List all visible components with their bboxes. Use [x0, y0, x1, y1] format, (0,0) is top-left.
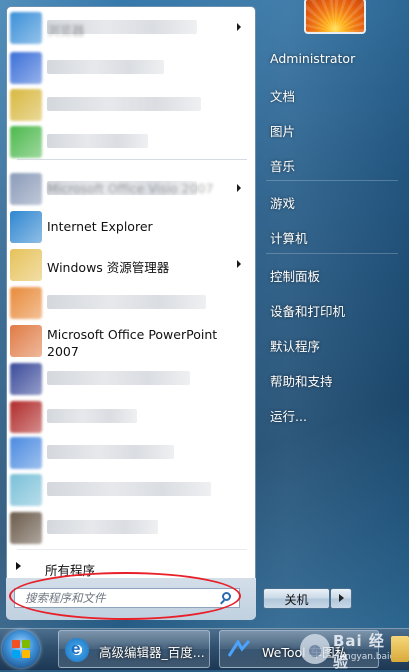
- right-menu-label: 默认程序: [270, 339, 321, 354]
- pinned-separator: [17, 159, 247, 160]
- program-item[interactable]: [7, 435, 255, 471]
- user-avatar[interactable]: [304, 0, 366, 34]
- program-item[interactable]: [7, 361, 255, 397]
- folder-icon: [10, 249, 42, 281]
- blurred-app-icon: [10, 287, 42, 319]
- program-label-line1: Microsoft Office PowerPoint: [47, 327, 218, 342]
- right-menu-label: 运行...: [270, 409, 307, 424]
- program-label-line2: 2007: [47, 344, 79, 359]
- program-label: Microsoft Office Visio 2007: [47, 181, 214, 196]
- right-menu-item[interactable]: 默认程序: [262, 332, 402, 356]
- blurred-program-label: [47, 445, 174, 459]
- program-label: Internet Explorer: [47, 219, 153, 234]
- highlight-ellipse: [9, 572, 241, 620]
- shutdown-options-button[interactable]: [330, 588, 352, 609]
- program-item[interactable]: 浏览器: [7, 10, 255, 46]
- right-menu-label: 帮助和支持: [270, 374, 333, 389]
- program-label-line1: Windows 资源管理器: [47, 260, 170, 275]
- internet-explorer-icon: [10, 211, 42, 243]
- right-menu-item[interactable]: 帮助和支持: [262, 367, 402, 391]
- user-name-label: Administrator: [270, 51, 356, 66]
- program-item[interactable]: Internet Explorer: [7, 209, 255, 245]
- program-item[interactable]: Microsoft Office Visio 2007: [7, 171, 255, 207]
- blurred-program-label: [47, 295, 206, 309]
- shutdown-label: 关机: [284, 593, 309, 607]
- program-label: Microsoft Office PowerPoint 2007: [47, 326, 217, 360]
- internet-explorer-icon: [65, 638, 89, 662]
- blurred-app-icon: [10, 363, 42, 395]
- all-programs-separator: [17, 549, 247, 550]
- taskbar-item-label: 高级编辑器_百度...: [99, 645, 205, 660]
- blurred-app-icon: [10, 512, 42, 544]
- folder-icon[interactable]: [391, 636, 409, 662]
- right-menu-label: 文档: [270, 89, 296, 104]
- program-item[interactable]: [7, 50, 255, 86]
- program-label: Windows 资源管理器: [47, 257, 169, 276]
- blurred-app-icon: [10, 437, 42, 469]
- chevron-right-icon: [16, 562, 21, 570]
- blurred-app-icon: [10, 89, 42, 121]
- program-item[interactable]: [7, 124, 255, 160]
- blurred-program-label: [47, 134, 148, 148]
- watermark-title: Bai 经验: [333, 632, 385, 671]
- right-menu-label: 计算机: [270, 231, 308, 246]
- right-menu-label: 图片: [270, 124, 296, 139]
- program-item[interactable]: [7, 472, 255, 508]
- right-menu-label: 音乐: [270, 159, 296, 174]
- chevron-right-icon[interactable]: [237, 184, 241, 192]
- right-menu-separator: [266, 253, 398, 254]
- blurred-app-icon: [10, 401, 42, 433]
- right-menu-item[interactable]: 音乐: [262, 152, 402, 176]
- baidu-paw-icon: [300, 634, 330, 664]
- right-menu-item[interactable]: 计算机: [262, 224, 402, 248]
- program-item[interactable]: Microsoft Office PowerPoint 2007: [7, 323, 255, 359]
- baidu-watermark: Bai 经验 jingyan.baidu.com: [300, 632, 409, 671]
- blurred-app-icon: [10, 474, 42, 506]
- chevron-right-icon[interactable]: [237, 260, 241, 268]
- chevron-right-icon[interactable]: [237, 23, 241, 31]
- blurred-program-label: [47, 482, 211, 496]
- browser-icon: [10, 12, 42, 44]
- program-item[interactable]: [7, 399, 255, 435]
- blurred-program-label: [47, 97, 201, 111]
- taskbar-item-browser[interactable]: 高级编辑器_百度...: [58, 630, 210, 668]
- blurred-program-label: [47, 60, 164, 74]
- windows-logo-icon: [12, 640, 30, 658]
- blurred-app-icon: [10, 52, 42, 84]
- blurred-program-label: [47, 371, 190, 385]
- powerpoint-icon: [10, 325, 42, 357]
- program-label-line1: Internet Explorer: [47, 219, 153, 234]
- visio-icon: [10, 173, 42, 205]
- right-menu-item[interactable]: 运行...: [262, 402, 402, 426]
- right-menu-item[interactable]: 控制面板: [262, 262, 402, 286]
- user-name-link[interactable]: Administrator: [262, 47, 402, 71]
- right-menu-label: 设备和打印机: [270, 304, 346, 319]
- right-menu-item[interactable]: 游戏: [262, 189, 402, 213]
- wetool-icon: [228, 640, 250, 657]
- program-item[interactable]: Windows 资源管理器: [7, 247, 255, 283]
- programs-panel: 浏览器 Microsoft Office Visio 2007 Internet E…: [6, 6, 256, 620]
- blurred-program-label: [47, 409, 137, 423]
- shutdown-button[interactable]: 关机: [263, 588, 330, 609]
- chevron-right-icon: [339, 594, 344, 602]
- program-item[interactable]: [7, 87, 255, 123]
- right-menu-label: 游戏: [270, 196, 296, 211]
- program-item[interactable]: [7, 510, 255, 546]
- right-menu-label: 控制面板: [270, 269, 321, 284]
- right-menu-item[interactable]: 图片: [262, 117, 402, 141]
- right-menu-item[interactable]: 设备和打印机: [262, 297, 402, 321]
- blurred-program-label: [47, 520, 158, 534]
- right-menu-item[interactable]: 文档: [262, 82, 402, 106]
- program-item[interactable]: [7, 285, 255, 321]
- blurred-app-icon: [10, 126, 42, 158]
- program-label: 浏览器: [47, 23, 85, 38]
- right-menu-separator: [266, 180, 398, 181]
